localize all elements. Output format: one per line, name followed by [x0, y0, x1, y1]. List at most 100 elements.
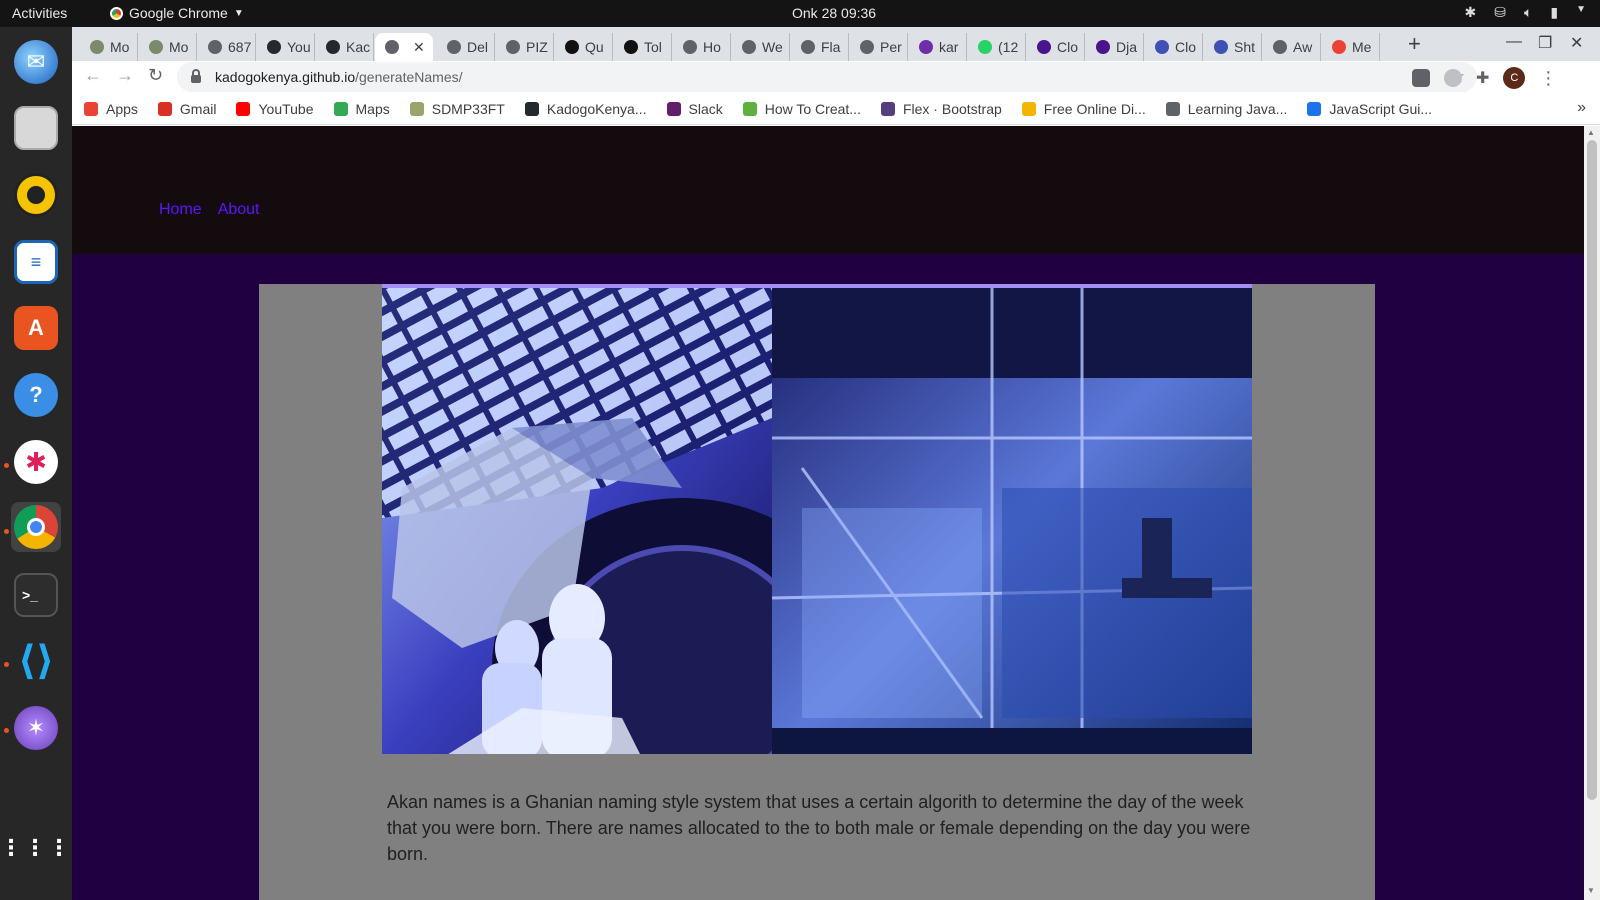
tab-label: PIZ	[526, 39, 548, 55]
close-tab-icon[interactable]: ✕	[413, 39, 425, 56]
bookmark-favicon-icon	[1165, 101, 1180, 116]
bookmark-favicon-icon	[1307, 101, 1322, 116]
bookmark-item[interactable]: SDMP33FT	[409, 101, 505, 117]
browser-tab[interactable]: Tol	[614, 33, 672, 61]
rhythmbox-launcher[interactable]	[11, 170, 61, 220]
scroll-up-arrow-icon[interactable]: ▲	[1587, 128, 1595, 137]
address-bar[interactable]: kadogokenya.github.io /generateNames/ ☆	[177, 62, 1477, 92]
browser-tab[interactable]: Me	[1322, 33, 1380, 61]
tab-favicon-icon	[326, 40, 340, 54]
tab-favicon-icon	[1214, 40, 1228, 54]
bookmark-label: Maps	[355, 100, 390, 117]
tab-label: Aw	[1293, 39, 1313, 55]
tab-label: Mo	[110, 39, 130, 55]
browser-tab[interactable]: Per	[850, 33, 908, 61]
clock[interactable]: Onk 28 09:36	[792, 5, 876, 21]
back-button[interactable]: ←	[84, 65, 102, 86]
scrollbar-thumb[interactable]	[1587, 140, 1597, 800]
help-launcher[interactable]: ?	[11, 370, 61, 420]
bookmark-item[interactable]: YouTube	[236, 101, 314, 117]
bookmark-label: Slack	[688, 100, 723, 117]
browser-tab[interactable]: Sht	[1204, 33, 1262, 61]
reload-button[interactable]: ↻	[148, 65, 163, 86]
bookmark-item[interactable]: Slack	[666, 100, 723, 117]
bookmark-item[interactable]: Free Online Di...	[1021, 101, 1146, 117]
bookmarks-overflow-icon[interactable]: »	[1577, 99, 1586, 117]
caret-down-icon[interactable]: ▼	[1576, 4, 1586, 21]
browser-tab[interactable]: (12	[968, 33, 1026, 61]
browser-tab[interactable]: Clo	[1145, 33, 1203, 61]
close-window-button[interactable]: ✕	[1570, 33, 1583, 53]
bookmark-item[interactable]: Learning Java...	[1165, 101, 1287, 117]
chrome-window: + — ❐ ✕ Mo Mo 687 You Kac ✕ Del PIZ Qu Tol Ho We Fla…	[72, 27, 1600, 900]
software-launcher[interactable]: A	[11, 303, 61, 353]
browser-tab[interactable]: We	[732, 33, 790, 61]
browser-tab[interactable]: Aw	[1263, 33, 1321, 61]
tab-favicon-icon	[1332, 40, 1346, 54]
scroll-down-arrow-icon[interactable]: ▼	[1587, 886, 1595, 895]
tab-favicon-icon	[267, 40, 281, 54]
forward-button[interactable]: →	[116, 65, 134, 86]
network-app-launcher[interactable]: ✶	[11, 703, 61, 753]
browser-tab[interactable]: 687	[198, 33, 256, 61]
slack-launcher[interactable]: ✱	[11, 437, 61, 487]
running-indicator	[4, 529, 9, 534]
restore-button[interactable]: ❐	[1538, 33, 1552, 53]
tab-active[interactable]: ✕	[375, 33, 433, 61]
show-apps-button[interactable]: ⋮⋮⋮	[0, 823, 70, 873]
browser-tab[interactable]: Del	[437, 33, 495, 61]
bookmark-item[interactable]: Apps	[84, 101, 138, 117]
system-tray[interactable]: ✱ ⛁ 🔈︎ ▮ ▼	[1465, 4, 1587, 21]
bookmark-favicon-icon	[880, 101, 895, 116]
page-scrollbar[interactable]: ▲ ▼	[1584, 126, 1600, 900]
chrome-menu-icon[interactable]: ⋮	[1539, 69, 1557, 87]
nav-home-link[interactable]: Home	[159, 201, 202, 219]
browser-tab[interactable]: Ho	[673, 33, 731, 61]
extension-icon[interactable]	[1412, 69, 1430, 87]
browser-tab[interactable]: Mo	[139, 33, 197, 61]
tab-favicon-icon	[978, 40, 992, 54]
browser-tab[interactable]: Kac	[316, 33, 374, 61]
app-menu[interactable]: Google Chrome ▼	[110, 5, 244, 21]
bookmark-item[interactable]: Flex · Bootstrap	[880, 101, 1002, 117]
thunderbird-launcher[interactable]: ✉	[11, 37, 61, 87]
bookmark-item[interactable]: KadogoKenya...	[524, 101, 647, 117]
writer-launcher[interactable]: ≡	[11, 237, 61, 287]
files-launcher[interactable]	[11, 103, 61, 153]
puzzle-icon[interactable]: ✚	[1476, 68, 1489, 88]
browser-tab[interactable]: Clo	[1027, 33, 1085, 61]
battery-icon[interactable]: ▮	[1550, 4, 1558, 21]
bookmark-favicon-icon	[157, 101, 172, 116]
volume-icon[interactable]: 🔈︎	[1524, 4, 1532, 21]
activities-button[interactable]: Activities	[12, 5, 67, 21]
browser-tab[interactable]: You	[257, 33, 315, 61]
browser-tab[interactable]: Dja	[1086, 33, 1144, 61]
browser-tab[interactable]: Mo	[80, 33, 138, 61]
bookmark-favicon-icon	[333, 101, 348, 116]
terminal-icon: >_	[14, 573, 58, 617]
network-icon[interactable]: ⛁	[1494, 4, 1506, 21]
terminal-launcher[interactable]: >_	[11, 570, 61, 620]
tab-favicon-icon	[90, 40, 104, 54]
bookmark-item[interactable]: How To Creat...	[742, 101, 861, 117]
bookmark-item[interactable]: Maps	[333, 100, 390, 117]
extension-icon[interactable]	[1444, 69, 1462, 87]
tab-favicon-icon	[447, 40, 461, 54]
bookmark-item[interactable]: JavaScript Gui...	[1307, 101, 1432, 117]
bookmark-item[interactable]: Gmail	[157, 101, 216, 117]
tab-label: Dja	[1116, 39, 1138, 55]
profile-avatar[interactable]: C	[1503, 67, 1526, 89]
browser-tab[interactable]: PIZ	[496, 33, 554, 61]
minimize-button[interactable]: —	[1506, 33, 1522, 51]
tab-strip: + — ❐ ✕ Mo Mo 687 You Kac ✕ Del PIZ Qu Tol Ho We Fla…	[72, 27, 1600, 61]
browser-tab[interactable]: Fla	[791, 33, 849, 61]
slack-tray-icon[interactable]: ✱	[1465, 4, 1477, 21]
nav-about-link[interactable]: About	[218, 201, 260, 219]
browser-tab[interactable]: kar	[909, 33, 967, 61]
vscode-launcher[interactable]: ⟨⟩	[11, 636, 61, 686]
new-tab-button[interactable]: +	[1408, 31, 1421, 57]
tab-label: Tol	[644, 39, 662, 55]
browser-tab[interactable]: Qu	[555, 33, 613, 61]
chrome-launcher[interactable]	[11, 502, 61, 552]
system-top-bar: Activities Google Chrome ▼ Onk 28 09:36 …	[0, 0, 1600, 27]
